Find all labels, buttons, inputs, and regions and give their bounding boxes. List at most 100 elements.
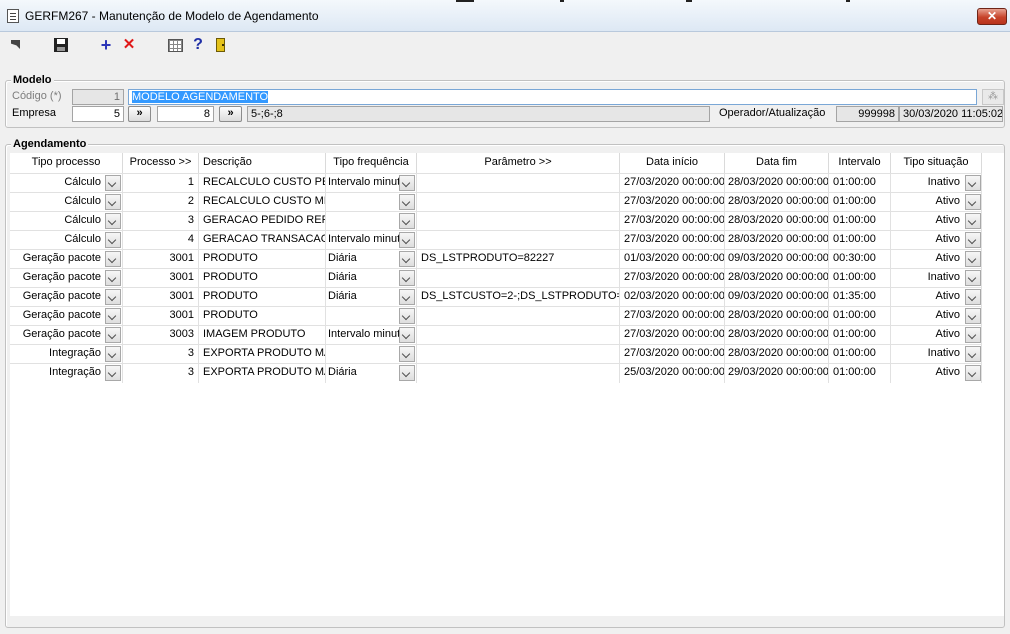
cell-data-fim[interactable]: 29/03/2020 00:00:00 bbox=[725, 364, 829, 383]
cell-intervalo[interactable]: 01:00:00 bbox=[829, 193, 891, 212]
cell-data-fim[interactable]: 09/03/2020 00:00:00 bbox=[725, 288, 829, 307]
cell-data-fim[interactable]: 28/03/2020 00:00:00 bbox=[725, 326, 829, 345]
chevron-down-icon[interactable] bbox=[399, 175, 415, 191]
chevron-down-icon[interactable] bbox=[965, 346, 981, 362]
cell-parametro[interactable] bbox=[417, 174, 620, 193]
cell-data-inicio[interactable]: 27/03/2020 00:00:00 bbox=[620, 193, 725, 212]
filial-field[interactable]: 8 bbox=[157, 106, 214, 122]
col-data-fim[interactable]: Data fim bbox=[725, 153, 829, 173]
cell-parametro[interactable] bbox=[417, 231, 620, 250]
cell-parametro[interactable] bbox=[417, 364, 620, 383]
chevron-down-icon[interactable] bbox=[105, 213, 121, 229]
chevron-down-icon[interactable] bbox=[399, 289, 415, 305]
chevron-down-icon[interactable] bbox=[105, 308, 121, 324]
chevron-down-icon[interactable] bbox=[105, 175, 121, 191]
cell-intervalo[interactable]: 01:00:00 bbox=[829, 307, 891, 326]
chevron-down-icon[interactable] bbox=[965, 270, 981, 286]
agendamento-grid[interactable]: Tipo processo Processo >> Descrição Tipo… bbox=[10, 153, 1004, 385]
cell-data-fim[interactable]: 28/03/2020 00:00:00 bbox=[725, 345, 829, 364]
chevron-down-icon[interactable] bbox=[399, 213, 415, 229]
cell-data-inicio[interactable]: 02/03/2020 00:00:00 bbox=[620, 288, 725, 307]
cell-data-fim[interactable]: 28/03/2020 00:00:00 bbox=[725, 269, 829, 288]
filial-lookup-button[interactable]: » bbox=[219, 106, 242, 122]
cell-parametro[interactable] bbox=[417, 212, 620, 231]
chevron-down-icon[interactable] bbox=[399, 232, 415, 248]
table-row[interactable]: Cálculo 4 GERACAO TRANSACAO Intervalo minut… bbox=[10, 230, 982, 250]
col-tipo-frequencia[interactable]: Tipo frequência bbox=[326, 153, 417, 173]
col-processo[interactable]: Processo >> bbox=[123, 153, 199, 173]
cell-data-inicio[interactable]: 27/03/2020 00:00:00 bbox=[620, 269, 725, 288]
chevron-down-icon[interactable] bbox=[965, 251, 981, 267]
chevron-down-icon[interactable] bbox=[105, 232, 121, 248]
cell-processo[interactable]: 4 bbox=[123, 231, 199, 250]
cell-data-inicio[interactable]: 27/03/2020 00:00:00 bbox=[620, 231, 725, 250]
chevron-down-icon[interactable] bbox=[965, 194, 981, 210]
close-button[interactable]: ✕ bbox=[977, 8, 1007, 25]
calendar-icon[interactable] bbox=[166, 36, 184, 54]
cell-processo[interactable]: 3001 bbox=[123, 288, 199, 307]
table-row[interactable]: Geração pacote 3001 PRODUTO 27/03/2020 00:0… bbox=[10, 306, 982, 326]
chevron-down-icon[interactable] bbox=[105, 289, 121, 305]
cell-data-fim[interactable]: 28/03/2020 00:00:00 bbox=[725, 307, 829, 326]
table-row[interactable]: Integração3EXPORTA PRODUTO MAGDiária25/0… bbox=[10, 363, 982, 383]
door-exit-icon[interactable] bbox=[212, 36, 230, 54]
cell-data-inicio[interactable]: 27/03/2020 00:00:00 bbox=[620, 212, 725, 231]
chevron-down-icon[interactable] bbox=[965, 308, 981, 324]
table-row[interactable]: Geração pacote 3001 PRODUTO Diária 27/03/202… bbox=[10, 268, 982, 288]
col-descricao[interactable]: Descrição bbox=[199, 153, 326, 173]
cell-data-fim[interactable]: 28/03/2020 00:00:00 bbox=[725, 174, 829, 193]
cell-processo[interactable]: 1 bbox=[123, 174, 199, 193]
chevron-down-icon[interactable] bbox=[965, 289, 981, 305]
chevron-down-icon[interactable] bbox=[965, 175, 981, 191]
clear-button[interactable]: ⁂ bbox=[982, 89, 1004, 105]
cell-processo[interactable]: 3001 bbox=[123, 269, 199, 288]
cell-parametro[interactable] bbox=[417, 307, 620, 326]
empresa-lookup-button[interactable]: » bbox=[128, 106, 151, 122]
help-icon[interactable]: ? bbox=[189, 36, 207, 54]
cell-parametro[interactable] bbox=[417, 345, 620, 364]
cell-processo[interactable]: 2 bbox=[123, 193, 199, 212]
chevron-down-icon[interactable] bbox=[965, 327, 981, 343]
col-tipo-processo[interactable]: Tipo processo bbox=[10, 153, 123, 173]
col-tipo-situacao[interactable]: Tipo situação bbox=[891, 153, 982, 173]
table-row[interactable]: Geração pacote 3003 IMAGEM PRODUTO Interval… bbox=[10, 325, 982, 345]
table-row[interactable]: Geração pacote 3001 PRODUTO Diária DS_LSTPRO… bbox=[10, 249, 982, 269]
chevron-down-icon[interactable] bbox=[399, 346, 415, 362]
cell-data-inicio[interactable]: 25/03/2020 00:00:00 bbox=[620, 364, 725, 383]
table-row[interactable]: Geração pacote 3001 PRODUTO Diária DS_LSTCUS… bbox=[10, 287, 982, 307]
chevron-down-icon[interactable] bbox=[399, 251, 415, 267]
cell-parametro[interactable]: DS_LSTPRODUTO=82227 bbox=[417, 250, 620, 269]
chevron-down-icon[interactable] bbox=[399, 308, 415, 324]
table-row[interactable]: Cálculo 2 RECALCULO CUSTO MED 27/03/2020 00… bbox=[10, 192, 982, 212]
chevron-down-icon[interactable] bbox=[965, 213, 981, 229]
cell-data-inicio[interactable]: 27/03/2020 00:00:00 bbox=[620, 326, 725, 345]
chevron-down-icon[interactable] bbox=[399, 270, 415, 286]
cell-processo[interactable]: 3001 bbox=[123, 250, 199, 269]
col-data-inicio[interactable]: Data início bbox=[620, 153, 725, 173]
cell-intervalo[interactable]: 01:00:00 bbox=[829, 212, 891, 231]
chevron-down-icon[interactable] bbox=[105, 270, 121, 286]
cell-processo[interactable]: 3 bbox=[123, 212, 199, 231]
cell-data-inicio[interactable]: 01/03/2020 00:00:00 bbox=[620, 250, 725, 269]
chevron-down-icon[interactable] bbox=[399, 365, 415, 381]
cell-data-fim[interactable]: 28/03/2020 00:00:00 bbox=[725, 193, 829, 212]
exit-icon[interactable] bbox=[7, 36, 25, 54]
col-intervalo[interactable]: Intervalo bbox=[829, 153, 891, 173]
add-icon[interactable]: + bbox=[97, 36, 115, 54]
cell-parametro[interactable] bbox=[417, 326, 620, 345]
chevron-down-icon[interactable] bbox=[965, 232, 981, 248]
cell-processo[interactable]: 3001 bbox=[123, 307, 199, 326]
table-row[interactable]: Cálculo 1 RECALCULO CUSTO PEP Intervalo min… bbox=[10, 173, 982, 193]
cell-data-inicio[interactable]: 27/03/2020 00:00:00 bbox=[620, 345, 725, 364]
cell-intervalo[interactable]: 01:00:00 bbox=[829, 174, 891, 193]
cell-intervalo[interactable]: 01:00:00 bbox=[829, 231, 891, 250]
cell-parametro[interactable] bbox=[417, 193, 620, 212]
cell-intervalo[interactable]: 01:00:00 bbox=[829, 269, 891, 288]
chevron-down-icon[interactable] bbox=[105, 365, 121, 381]
cell-data-inicio[interactable]: 27/03/2020 00:00:00 bbox=[620, 174, 725, 193]
cell-data-inicio[interactable]: 27/03/2020 00:00:00 bbox=[620, 307, 725, 326]
chevron-down-icon[interactable] bbox=[105, 251, 121, 267]
descricao-field[interactable]: MODELO AGENDAMENTO bbox=[128, 89, 977, 105]
cell-processo[interactable]: 3003 bbox=[123, 326, 199, 345]
cell-processo[interactable]: 3 bbox=[123, 345, 199, 364]
